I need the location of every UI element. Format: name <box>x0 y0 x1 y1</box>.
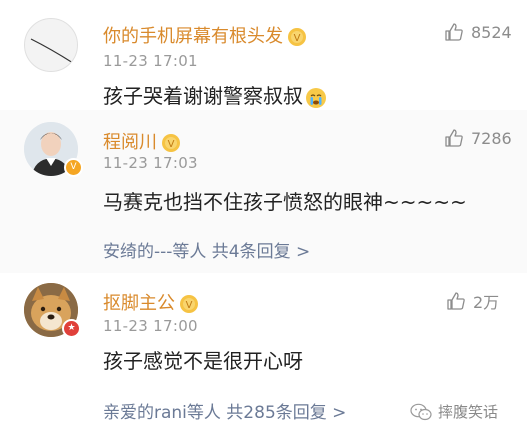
thumbs-up-icon <box>445 23 463 41</box>
thumbs-up-icon <box>445 129 463 147</box>
vip-badge-icon: V <box>162 134 180 152</box>
comment-time: 11-23 17:03 <box>103 154 198 172</box>
watermark-text: 摔腹笑话 <box>438 403 499 421</box>
avatar[interactable] <box>24 18 78 72</box>
like-button[interactable]: 7286 <box>444 128 512 148</box>
svg-text:V: V <box>168 139 175 150</box>
vip-badge-icon: V <box>288 28 306 46</box>
username[interactable]: 程阅川 V <box>103 128 181 154</box>
vip-badge-icon: V <box>180 295 198 313</box>
crying-emoji-icon <box>306 87 326 108</box>
like-button[interactable]: 2万 <box>446 289 499 313</box>
like-button[interactable]: 8524 <box>444 22 512 42</box>
svg-text:V: V <box>186 300 193 311</box>
replies-link[interactable]: 亲爱的rani等人 共285条回复 > <box>103 398 346 423</box>
like-count: 7286 <box>471 128 512 148</box>
watermark: 摔腹笑话 <box>410 401 498 422</box>
like-count: 2万 <box>473 293 500 312</box>
svg-text:V: V <box>294 33 301 44</box>
hair-line-icon <box>30 38 74 64</box>
username[interactable]: 你的手机屏幕有根头发 V <box>103 22 307 48</box>
comment-text: 孩子感觉不是很开心呀 <box>103 349 303 373</box>
comment-time: 11-23 17:01 <box>103 52 198 70</box>
comment-item: V 程阅川 V 11-23 17:03 马赛克也挡不住孩子愤怒的眼神~~~~~ 安… <box>0 110 527 273</box>
comment-text: 孩子哭着谢谢警察叔叔 <box>103 80 327 109</box>
comment-item: 你的手机屏幕有根头发 V 11-23 17:01 孩子哭着谢谢警察叔叔 8524 <box>0 0 527 110</box>
username[interactable]: 抠脚主公 V <box>103 289 199 315</box>
replies-link[interactable]: 安绮的---等人 共4条回复 > <box>103 237 310 262</box>
comment-time: 11-23 17:00 <box>103 317 198 335</box>
wechat-icon <box>410 403 432 420</box>
thumbs-up-icon <box>447 292 465 310</box>
comment-text: 马赛克也挡不住孩子愤怒的眼神~~~~~ <box>103 190 467 214</box>
verified-badge: V <box>64 158 83 177</box>
verified-badge: ★ <box>62 319 81 338</box>
like-count: 8524 <box>471 22 512 42</box>
